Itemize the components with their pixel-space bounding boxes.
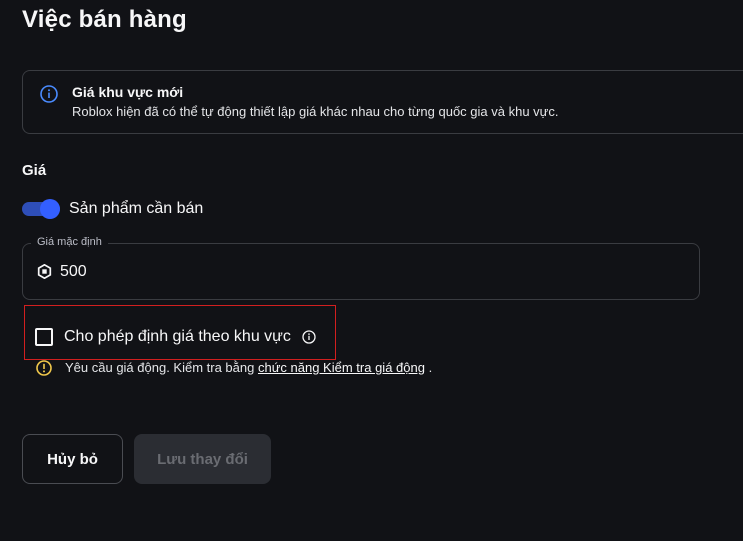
warning-text: Yêu cầu giá động. Kiểm tra bằng — [65, 360, 255, 375]
banner-title: Giá khu vực mới — [72, 84, 184, 100]
save-changes-button[interactable]: Lưu thay đổi — [134, 434, 271, 484]
dynamic-pricing-warning: Yêu cầu giá động. Kiểm tra bằng chức năn… — [65, 360, 432, 375]
default-price-value: 500 — [60, 263, 87, 280]
info-icon — [40, 85, 58, 103]
warning-icon — [36, 360, 52, 376]
robux-icon — [37, 263, 52, 280]
info-banner: Giá khu vực mới Roblox hiện đã có thể tự… — [22, 70, 743, 134]
for-sale-toggle-label: Sản phẩm cần bán — [69, 200, 204, 217]
price-section-label: Giá — [22, 162, 47, 179]
regional-pricing-label: Cho phép định giá theo khu vực — [64, 328, 291, 345]
for-sale-toggle[interactable] — [22, 199, 60, 219]
default-price-label: Giá mặc định — [31, 236, 108, 248]
banner-body: Roblox hiện đã có thể tự động thiết lập … — [72, 104, 559, 119]
regional-pricing-checkbox[interactable] — [35, 328, 53, 346]
warning-suffix: . — [428, 360, 433, 375]
cancel-button[interactable]: Hủy bỏ — [22, 434, 123, 484]
regional-pricing-info-icon[interactable] — [302, 330, 316, 344]
dynamic-price-check-link[interactable]: chức năng Kiểm tra giá động — [258, 360, 425, 375]
default-price-input[interactable]: Giá mặc định 500 — [22, 236, 700, 300]
toggle-knob — [40, 199, 60, 219]
page-title: Việc bán hàng — [22, 6, 187, 33]
